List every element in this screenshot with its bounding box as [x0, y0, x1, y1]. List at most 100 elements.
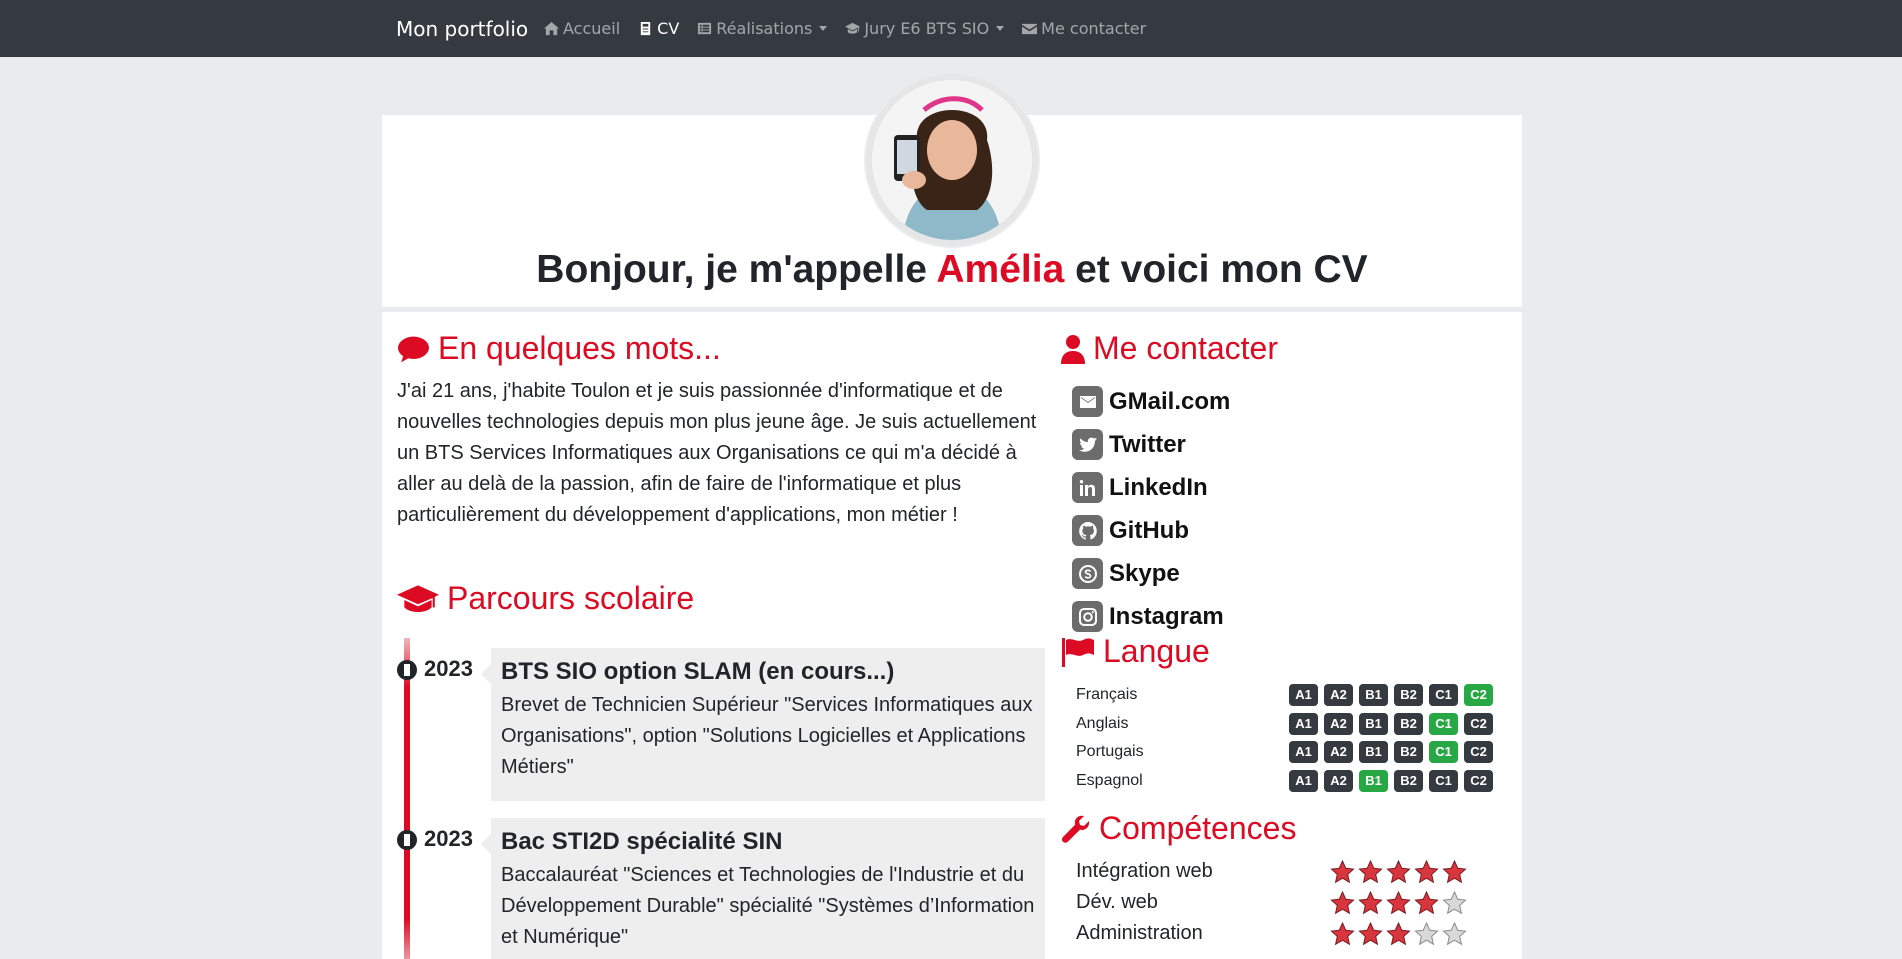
language-name: Français	[1076, 685, 1138, 703]
star-filled-icon	[1386, 921, 1411, 945]
timeline-item: Bac STI2D spécialité SIN Baccalauréat "S…	[481, 818, 1045, 959]
level-badge: B2	[1394, 740, 1423, 763]
level-badge: A1	[1289, 683, 1318, 706]
caret-down-icon	[996, 26, 1005, 31]
nav-link-cv[interactable]: CV	[638, 19, 679, 38]
level-badge: C2	[1464, 769, 1493, 792]
timeline-item-title: BTS SIO option SLAM (en cours...)	[501, 658, 895, 685]
timeline-dot-icon	[397, 830, 417, 850]
id-badge-icon	[640, 21, 651, 36]
star-filled-icon	[1414, 859, 1439, 883]
star-filled-icon	[1442, 859, 1467, 883]
skill-name: Dév. web	[1076, 891, 1158, 913]
timeline-item-desc: Brevet de Technicien Supérieur "Services…	[501, 694, 1033, 778]
star-filled-icon	[1358, 890, 1383, 914]
contact-linkedin[interactable]: LinkedIn	[1072, 466, 1230, 509]
contact-label: Instagram	[1109, 602, 1224, 630]
language-levels: A1 A2 B1 B2 C1 C2	[1289, 740, 1493, 763]
level-badge: B1	[1359, 769, 1388, 792]
contact-heading: Me contacter	[1061, 330, 1278, 367]
about-heading: En quelques mots...	[397, 330, 721, 367]
contact-gmail[interactable]: GMail.com	[1072, 380, 1230, 423]
language-levels: A1 A2 B1 B2 C1 C2	[1289, 683, 1493, 706]
contact-label: GitHub	[1109, 516, 1189, 544]
star-filled-icon	[1330, 921, 1355, 945]
level-badge: A2	[1324, 769, 1353, 792]
nav-link-label: Accueil	[563, 19, 621, 38]
header-divider	[382, 307, 1522, 312]
nav-link-label: Réalisations	[716, 19, 813, 38]
caret-down-icon	[819, 26, 828, 31]
contact-list: GMail.com Twitter LinkedIn GitHub Skype …	[1072, 380, 1230, 638]
skills-heading: Compétences	[1061, 810, 1296, 847]
person-name: Amélia	[936, 248, 1065, 291]
level-badge: B2	[1394, 769, 1423, 792]
contact-skype[interactable]: Skype	[1072, 552, 1230, 595]
timeline-year: 2023	[424, 656, 473, 681]
language-name: Portugais	[1076, 742, 1144, 760]
level-badge: B1	[1359, 712, 1388, 735]
nav-link-realisations[interactable]: Réalisations	[697, 19, 828, 38]
star-empty-icon	[1414, 921, 1439, 945]
nav-link-jury[interactable]: Jury E6 BTS SIO	[845, 19, 1005, 38]
education-heading: Parcours scolaire	[397, 580, 694, 617]
level-badge: A2	[1324, 712, 1353, 735]
level-badge: C1	[1429, 712, 1458, 735]
nav-link-accueil[interactable]: Accueil	[544, 19, 620, 38]
star-empty-icon	[1442, 921, 1467, 945]
comment-icon	[398, 336, 429, 362]
star-filled-icon	[1386, 890, 1411, 914]
contact-label: Skype	[1109, 559, 1180, 587]
language-name: Anglais	[1076, 714, 1129, 732]
nav-link-label: Jury E6 BTS SIO	[864, 19, 990, 38]
instagram-icon	[1078, 607, 1097, 626]
language-row: Espagnol A1 A2 B1 B2 C1 C2	[1076, 766, 1496, 795]
contact-twitter[interactable]: Twitter	[1072, 423, 1230, 466]
navbar: Mon portfolio Accueil CV Réalisations Ju…	[0, 0, 1902, 57]
level-badge: C2	[1464, 740, 1493, 763]
wrench-icon	[1062, 815, 1090, 843]
star-rating	[1330, 890, 1467, 915]
avatar	[866, 74, 1038, 246]
level-badge: A1	[1289, 740, 1318, 763]
star-filled-icon	[1358, 921, 1383, 945]
level-badge: B1	[1359, 740, 1388, 763]
contact-instagram[interactable]: Instagram	[1072, 595, 1230, 638]
timeline-line	[404, 638, 410, 959]
star-filled-icon	[1386, 859, 1411, 883]
level-badge: A2	[1324, 683, 1353, 706]
skill-name: Administration	[1076, 922, 1203, 944]
level-badge: C1	[1429, 740, 1458, 763]
nav-link-label: CV	[657, 19, 680, 38]
about-text: J'ai 21 ans, j'habite Toulon et je suis …	[397, 380, 1037, 526]
language-heading: Langue	[1061, 633, 1210, 670]
star-rating	[1330, 921, 1467, 946]
level-badge: C2	[1464, 712, 1493, 735]
skill-row: Dév. web	[1076, 887, 1496, 918]
skill-name: Intégration web	[1076, 860, 1213, 882]
skype-icon	[1078, 564, 1097, 583]
level-badge: B2	[1394, 712, 1423, 735]
level-badge: A1	[1289, 712, 1318, 735]
star-filled-icon	[1330, 890, 1355, 914]
timeline-year: 2023	[424, 826, 473, 851]
flag-icon	[1062, 637, 1094, 667]
contact-label: GMail.com	[1109, 387, 1231, 415]
language-levels: A1 A2 B1 B2 C1 C2	[1289, 712, 1493, 735]
skill-row: Intégration web	[1076, 856, 1496, 887]
contact-github[interactable]: GitHub	[1072, 509, 1230, 552]
graduation-cap-icon	[397, 584, 439, 612]
language-row: Anglais A1 A2 B1 B2 C1 C2	[1076, 709, 1496, 738]
contact-label: LinkedIn	[1109, 473, 1208, 501]
star-rating	[1330, 859, 1467, 884]
level-badge: C1	[1429, 683, 1458, 706]
profile-photo	[872, 80, 1032, 240]
timeline-item: BTS SIO option SLAM (en cours...) Brevet…	[481, 648, 1045, 801]
navbar-brand[interactable]: Mon portfolio	[396, 17, 528, 41]
language-levels: A1 A2 B1 B2 C1 C2	[1289, 769, 1493, 792]
star-empty-icon	[1442, 890, 1467, 914]
list-alt-icon	[698, 22, 712, 35]
linkedin-icon	[1079, 479, 1095, 496]
nav-link-contact[interactable]: Me contacter	[1022, 19, 1146, 38]
timeline-dot-icon	[397, 660, 417, 680]
